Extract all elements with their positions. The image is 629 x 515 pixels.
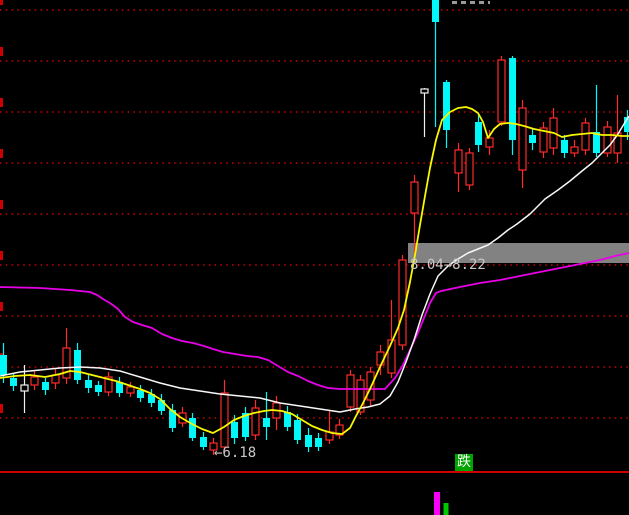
- candle-body-down: [509, 58, 516, 140]
- candle-body-up: [582, 123, 589, 150]
- candle-body-down: [263, 418, 270, 427]
- candle-body-down: [85, 380, 92, 388]
- candle-body-up: [498, 60, 505, 122]
- candle-body-up: [411, 182, 418, 213]
- gap-annotation-label: 8.04→8.22: [410, 258, 486, 273]
- axis-label-fragment: [0, 0, 3, 5]
- axis-label-fragment: [0, 98, 3, 107]
- candle-body-up: [519, 108, 526, 170]
- candle-body-up: [466, 153, 473, 185]
- candle-body-down: [0, 355, 7, 375]
- indicator-bar: [444, 503, 449, 515]
- candle-body-down: [74, 350, 81, 380]
- candle-body-up: [571, 147, 578, 153]
- axis-label-fragment: [0, 47, 3, 56]
- candle-body-up: [21, 385, 28, 391]
- candle-body-up: [388, 340, 395, 373]
- candle-body-down: [529, 135, 536, 143]
- axis-label-fragment: [0, 251, 3, 260]
- candle-body-down: [231, 422, 238, 438]
- ma-fast-yellow: [0, 107, 629, 434]
- candle-body-down: [432, 0, 439, 22]
- candle-body-up: [31, 377, 38, 385]
- candle-body-down: [305, 435, 312, 447]
- axis-label-fragment: [0, 302, 3, 311]
- candle-body-up: [421, 89, 428, 93]
- ma-slow-magenta: [0, 253, 629, 389]
- axis-label-fragment: [0, 149, 3, 158]
- candle-body-up: [377, 352, 384, 365]
- candle-body-up: [455, 150, 462, 173]
- indicator-bar: [434, 492, 440, 515]
- candle-body-up: [127, 387, 134, 393]
- candle-body-up: [486, 138, 493, 147]
- candle-body-up: [347, 375, 354, 407]
- stock-chart-window: 8.04→8.22 ←6.18 跌: [0, 0, 629, 515]
- candle-body-down: [315, 438, 322, 447]
- candlestick-chart-canvas[interactable]: [0, 0, 629, 515]
- low-price-annotation-label: ←6.18: [214, 446, 256, 461]
- candle-body-down: [294, 420, 301, 440]
- candle-body-down: [10, 378, 17, 386]
- candle-body-down: [475, 122, 482, 145]
- axis-label-fragment: [0, 200, 3, 209]
- candle-body-down: [137, 390, 144, 398]
- signal-badge-die: 跌: [455, 454, 473, 471]
- clipped-price-label: [452, 1, 490, 4]
- candle-body-down: [200, 437, 207, 447]
- candle-body-down: [443, 82, 450, 130]
- candle-body-down: [95, 385, 102, 392]
- candle-body-down: [189, 418, 196, 438]
- candle-body-down: [561, 140, 568, 153]
- candle-body-down: [42, 382, 49, 390]
- axis-label-fragment: [0, 404, 3, 413]
- candle-body-up: [221, 393, 228, 447]
